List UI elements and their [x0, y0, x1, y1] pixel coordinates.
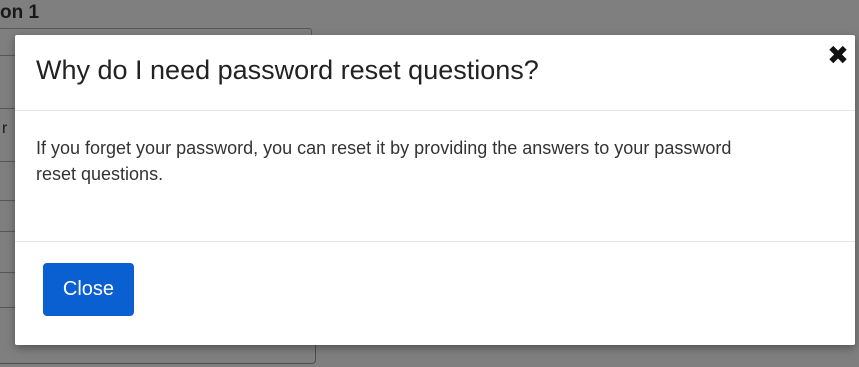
- modal-title: Why do I need password reset questions?: [36, 55, 539, 85]
- password-reset-info-modal: Why do I need password reset questions? …: [15, 35, 855, 345]
- modal-header: Why do I need password reset questions? …: [15, 35, 855, 111]
- modal-body: If you forget your password, you can res…: [15, 111, 855, 242]
- modal-body-text: If you forget your password, you can res…: [36, 138, 732, 184]
- modal-footer: Close: [15, 242, 855, 345]
- close-icon[interactable]: ✖: [826, 43, 850, 69]
- close-button[interactable]: Close: [43, 263, 134, 316]
